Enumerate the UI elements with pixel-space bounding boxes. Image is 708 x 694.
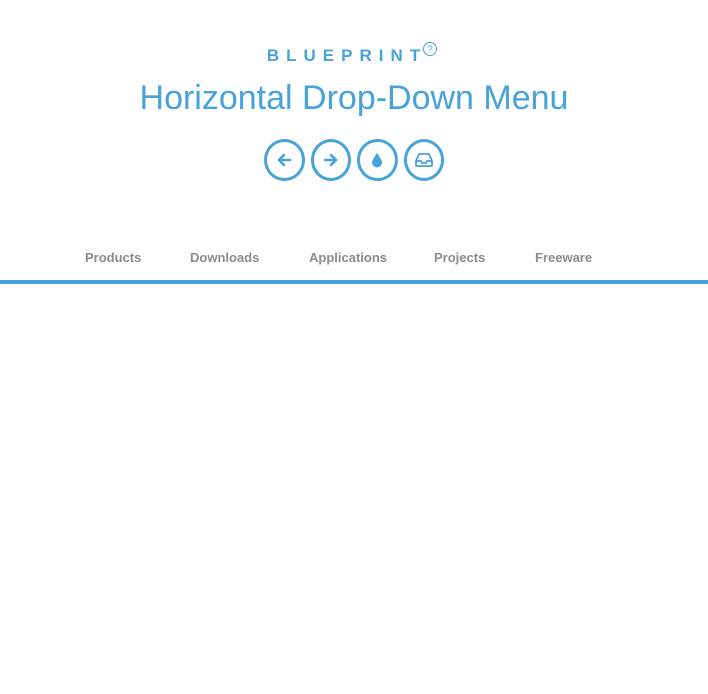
menu-item-downloads[interactable]: Downloads (190, 250, 259, 265)
arrow-right-icon (323, 153, 338, 167)
menu-item-products[interactable]: Products (85, 250, 141, 265)
inbox-icon (414, 153, 433, 167)
inbox-button[interactable] (403, 139, 444, 181)
brand-logo: BLUEPRINT? (0, 41, 708, 68)
menu-item-freeware[interactable]: Freeware (535, 250, 592, 265)
next-button[interactable] (310, 139, 351, 181)
brand-name: BLUEPRINT (266, 46, 428, 65)
menu-item-applications[interactable]: Applications (309, 250, 387, 265)
menu-item-projects[interactable]: Projects (434, 250, 485, 265)
page-title: Horizontal Drop-Down Menu (139, 79, 569, 117)
help-icon[interactable]: ? (423, 41, 438, 56)
horizontal-menu: Products Downloads Applications Projects… (0, 240, 708, 284)
icon-button-row (264, 139, 444, 181)
arrow-left-icon (277, 153, 292, 167)
drop-icon (372, 153, 383, 168)
previous-button[interactable] (264, 139, 305, 181)
drop-button[interactable] (357, 139, 398, 181)
